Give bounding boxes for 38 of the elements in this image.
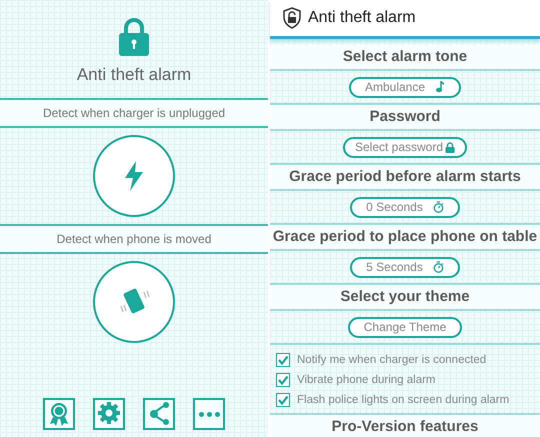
pill-button[interactable]: Change Theme	[348, 316, 462, 338]
pill-button[interactable]: 5 Seconds	[350, 256, 460, 278]
checkbox[interactable]	[276, 373, 290, 387]
music-note-icon	[435, 81, 446, 93]
more-icon	[198, 412, 220, 416]
detector-toggle[interactable]	[93, 135, 175, 217]
section-heading: Grace period to place phone on table	[270, 225, 540, 251]
section-heading: Select alarm tone	[270, 45, 540, 71]
stopwatch-icon	[432, 261, 444, 273]
lightning-icon	[123, 161, 145, 191]
option-label: Notify me when charger is connected	[297, 354, 486, 366]
checkbox[interactable]	[276, 353, 290, 367]
padlock-icon	[445, 142, 456, 152]
section-heading: Grace period before alarm starts	[270, 165, 540, 191]
settings-button[interactable]	[93, 398, 125, 430]
stopwatch-icon	[432, 201, 444, 213]
checkbox[interactable]	[276, 393, 290, 407]
section-heading: Password	[270, 105, 540, 131]
share-button[interactable]	[143, 398, 175, 430]
shield-lock-icon	[282, 7, 302, 29]
detector-label: Detect when charger is unplugged	[0, 98, 268, 128]
more-button[interactable]	[193, 398, 225, 430]
pill-button[interactable]: 0 Seconds	[350, 196, 460, 218]
section-heading: Select your theme	[270, 285, 540, 311]
option-label: Flash police lights on screen during alarm	[297, 394, 510, 406]
app-title: Anti theft alarm	[76, 65, 192, 86]
share-icon	[147, 401, 171, 427]
pill-button[interactable]: Select password	[342, 136, 468, 158]
detector-toggle[interactable]	[93, 261, 175, 343]
option-label: Vibrate phone during alarm	[297, 374, 436, 386]
award-icon	[47, 401, 71, 427]
padlock-icon	[118, 18, 150, 56]
settings-icon	[97, 401, 121, 427]
pill-button[interactable]: Ambulance	[348, 76, 462, 98]
section-heading: Pro-Version features	[270, 415, 540, 437]
detector-label: Detect when phone is moved	[0, 224, 268, 254]
award-button[interactable]	[43, 398, 75, 430]
app-title: Anti theft alarm	[308, 9, 416, 27]
